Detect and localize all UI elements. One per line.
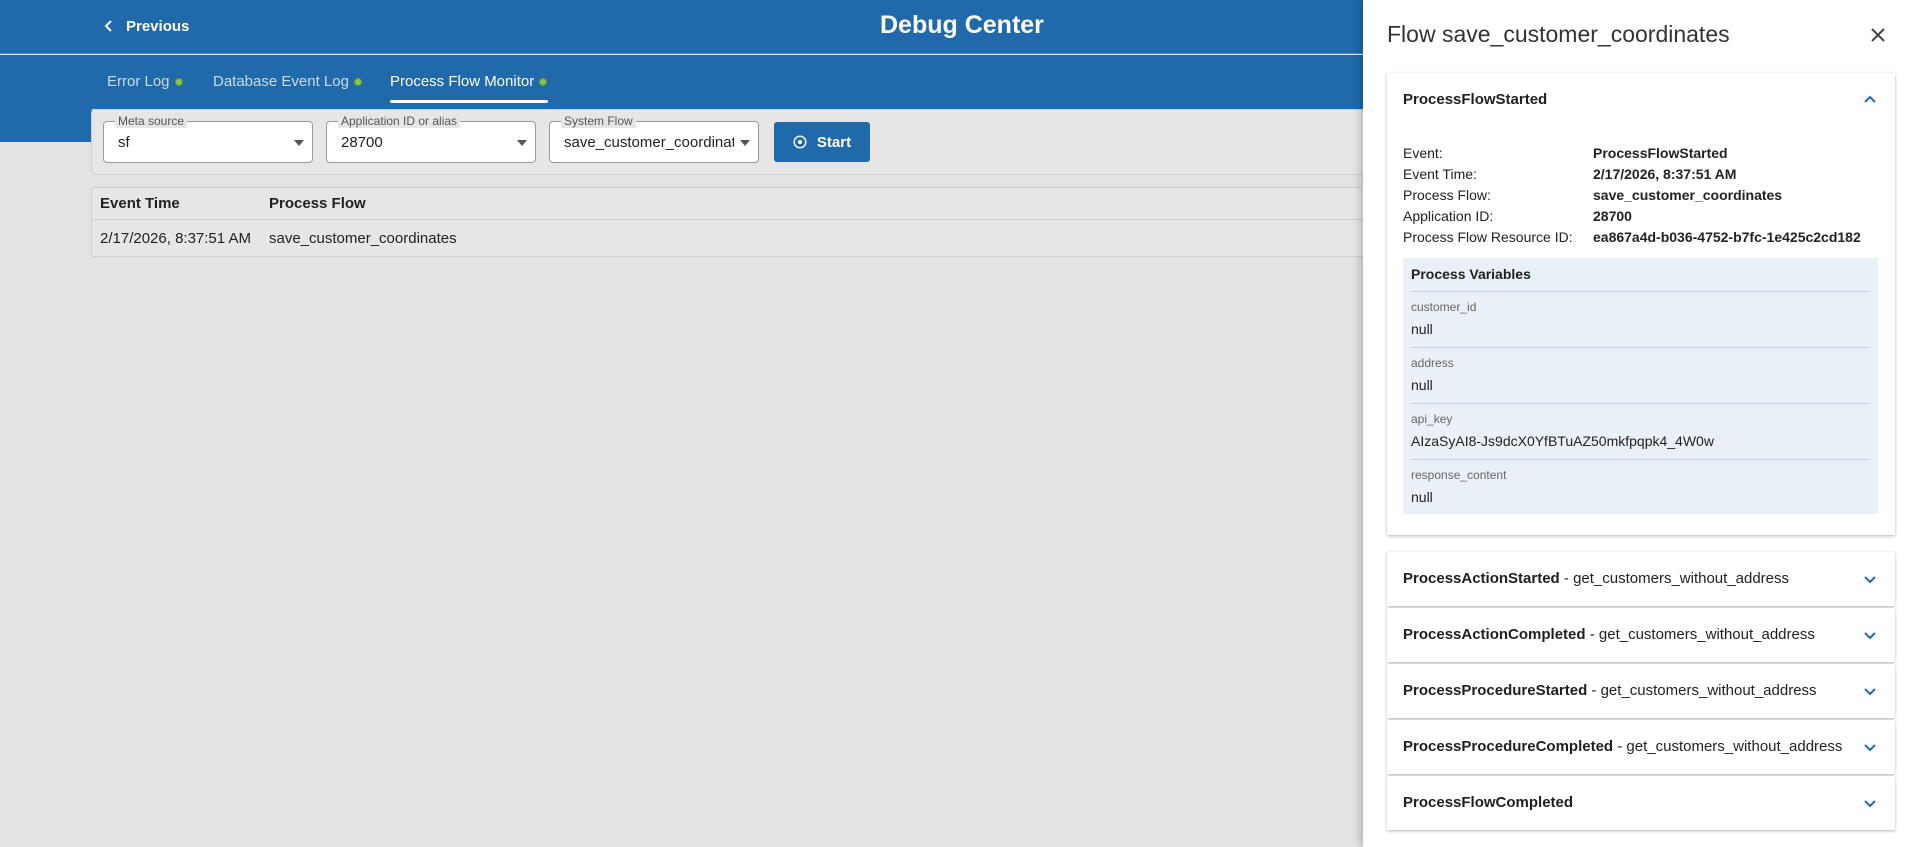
chevron-down-icon [1864, 800, 1876, 808]
variable-item: customer_id null [1411, 291, 1870, 347]
variable-value: null [1411, 489, 1433, 505]
variable-item: response_content null [1411, 459, 1870, 515]
field-key: Event: [1403, 145, 1443, 161]
previous-button[interactable]: Previous [102, 13, 189, 39]
field-value: ProcessFlowStarted [1593, 145, 1728, 161]
panel-title: Flow save_customer_coordinates [1387, 21, 1730, 47]
tab-label: Error Log [107, 73, 170, 90]
field-key: Process Flow: [1403, 187, 1491, 203]
chevron-left-icon [104, 20, 112, 32]
field-value: 28700 [1593, 208, 1632, 224]
status-dot-icon [353, 78, 362, 86]
accordion-title: ProcessActionCompleted - get_customers_w… [1403, 626, 1815, 643]
table-row[interactable]: 2/17/2026, 8:37:51 AM save_customer_coor… [92, 220, 1490, 257]
tab-process-flow-monitor[interactable]: Process Flow Monitor [390, 73, 548, 103]
accordion-title: ProcessFlowStarted [1403, 91, 1548, 108]
accordion-title: ProcessProcedureStarted - get_customers_… [1403, 682, 1817, 699]
accordion-header[interactable]: ProcessActionStarted - get_customers_wit… [1387, 552, 1895, 606]
field-key: Process Flow Resource ID: [1403, 229, 1573, 245]
accordion-header[interactable]: ProcessProcedureCompleted - get_customer… [1387, 720, 1895, 774]
accordion-title: ProcessActionStarted - get_customers_wit… [1403, 570, 1790, 587]
tab-label: Database Event Log [213, 73, 349, 90]
field-key: Event Time: [1403, 166, 1477, 182]
cell-process-flow: save_customer_coordinates [269, 230, 457, 247]
variable-key: customer_id [1411, 300, 1477, 314]
tab-database-event-log[interactable]: Database Event Log [213, 73, 362, 103]
close-icon[interactable] [1869, 26, 1887, 44]
field-value: save_customer_coordinates [1593, 187, 1783, 203]
field-key: Application ID: [1403, 208, 1494, 224]
tab-label: Process Flow Monitor [390, 73, 535, 90]
variable-value: AIzaSyAI8-Js9dcX0YfBTuAZ50mkfpqpk4_4W0w [1411, 433, 1714, 449]
system-flow-select[interactable]: System Flow save_customer_coordinates [549, 114, 759, 163]
status-dot-icon [174, 78, 183, 86]
status-dot-icon [539, 78, 548, 86]
field-label: Meta source [115, 114, 188, 128]
process-variables: Process Variables customer_id null addre… [1403, 258, 1878, 514]
field-value: ea867a4d-b036-4752-b7fc-1e425c2cd182 [1593, 229, 1861, 245]
header-background [0, 109, 92, 142]
variable-item: address null [1411, 347, 1870, 403]
accordion-header[interactable]: ProcessFlowStarted [1387, 73, 1895, 127]
flow-detail-panel: Flow save_customer_coordinates ProcessFl… [1363, 0, 1910, 847]
column-header-process-flow[interactable]: Process Flow [269, 195, 366, 212]
active-tab-indicator [390, 100, 548, 103]
accordion-title: ProcessProcedureCompleted - get_customer… [1403, 738, 1843, 755]
meta-source-select[interactable]: Meta source sf [103, 114, 313, 163]
dropdown-caret-icon [517, 140, 527, 146]
chevron-down-icon [1864, 576, 1876, 584]
accordion-header[interactable]: ProcessFlowCompleted [1387, 776, 1895, 830]
chevron-up-icon [1864, 95, 1876, 103]
accordion-process-procedure-completed: ProcessProcedureCompleted - get_customer… [1387, 720, 1895, 774]
accordion-header[interactable]: ProcessProcedureStarted - get_customers_… [1387, 664, 1895, 718]
variable-value: null [1411, 377, 1433, 393]
cell-event-time: 2/17/2026, 8:37:51 AM [100, 230, 251, 247]
field-label: Application ID or alias [338, 114, 461, 128]
page-title: Debug Center [880, 11, 1044, 39]
accordion-process-procedure-started: ProcessProcedureStarted - get_customers_… [1387, 664, 1895, 718]
chevron-down-icon [1864, 688, 1876, 696]
accordion-process-action-completed: ProcessActionCompleted - get_customers_w… [1387, 608, 1895, 662]
column-header-event-time[interactable]: Event Time [100, 195, 180, 212]
dropdown-caret-icon [294, 140, 304, 146]
variable-key: address [1411, 356, 1454, 370]
table-header: Event Time Process Flow [92, 188, 1490, 220]
field-value: sf [118, 134, 130, 151]
dropdown-caret-icon [740, 140, 750, 146]
accordion-header[interactable]: ProcessActionCompleted - get_customers_w… [1387, 608, 1895, 662]
start-button[interactable]: Start [774, 122, 870, 162]
chevron-down-icon [1864, 744, 1876, 752]
accordion-process-flow-completed: ProcessFlowCompleted [1387, 776, 1895, 830]
variable-item: api_key AIzaSyAI8-Js9dcX0YfBTuAZ50mkfpqp… [1411, 403, 1870, 459]
accordion-process-action-started: ProcessActionStarted - get_customers_wit… [1387, 552, 1895, 606]
variable-key: api_key [1411, 412, 1453, 426]
chevron-down-icon [1864, 632, 1876, 640]
events-table: Event Time Process Flow 2/17/2026, 8:37:… [91, 187, 1491, 257]
start-label: Start [816, 133, 852, 151]
accordion-title: ProcessFlowCompleted [1403, 794, 1574, 811]
accordion-process-flow-started: ProcessFlowStarted Event: ProcessFlowSta… [1387, 73, 1895, 535]
process-variables-title: Process Variables [1411, 266, 1531, 282]
tab-error-log[interactable]: Error Log [107, 73, 183, 103]
field-label: System Flow [561, 114, 636, 128]
variable-value: null [1411, 321, 1433, 337]
play-circle-icon [793, 135, 807, 149]
field-value: 2/17/2026, 8:37:51 AM [1593, 166, 1737, 182]
filter-bar: Meta source sf Application ID or alias 2… [91, 109, 1491, 175]
variable-key: response_content [1411, 468, 1507, 482]
previous-label: Previous [126, 17, 190, 35]
field-value: save_customer_coordinates [564, 134, 734, 151]
application-id-select[interactable]: Application ID or alias 28700 [326, 114, 536, 163]
field-value: 28700 [341, 134, 383, 151]
